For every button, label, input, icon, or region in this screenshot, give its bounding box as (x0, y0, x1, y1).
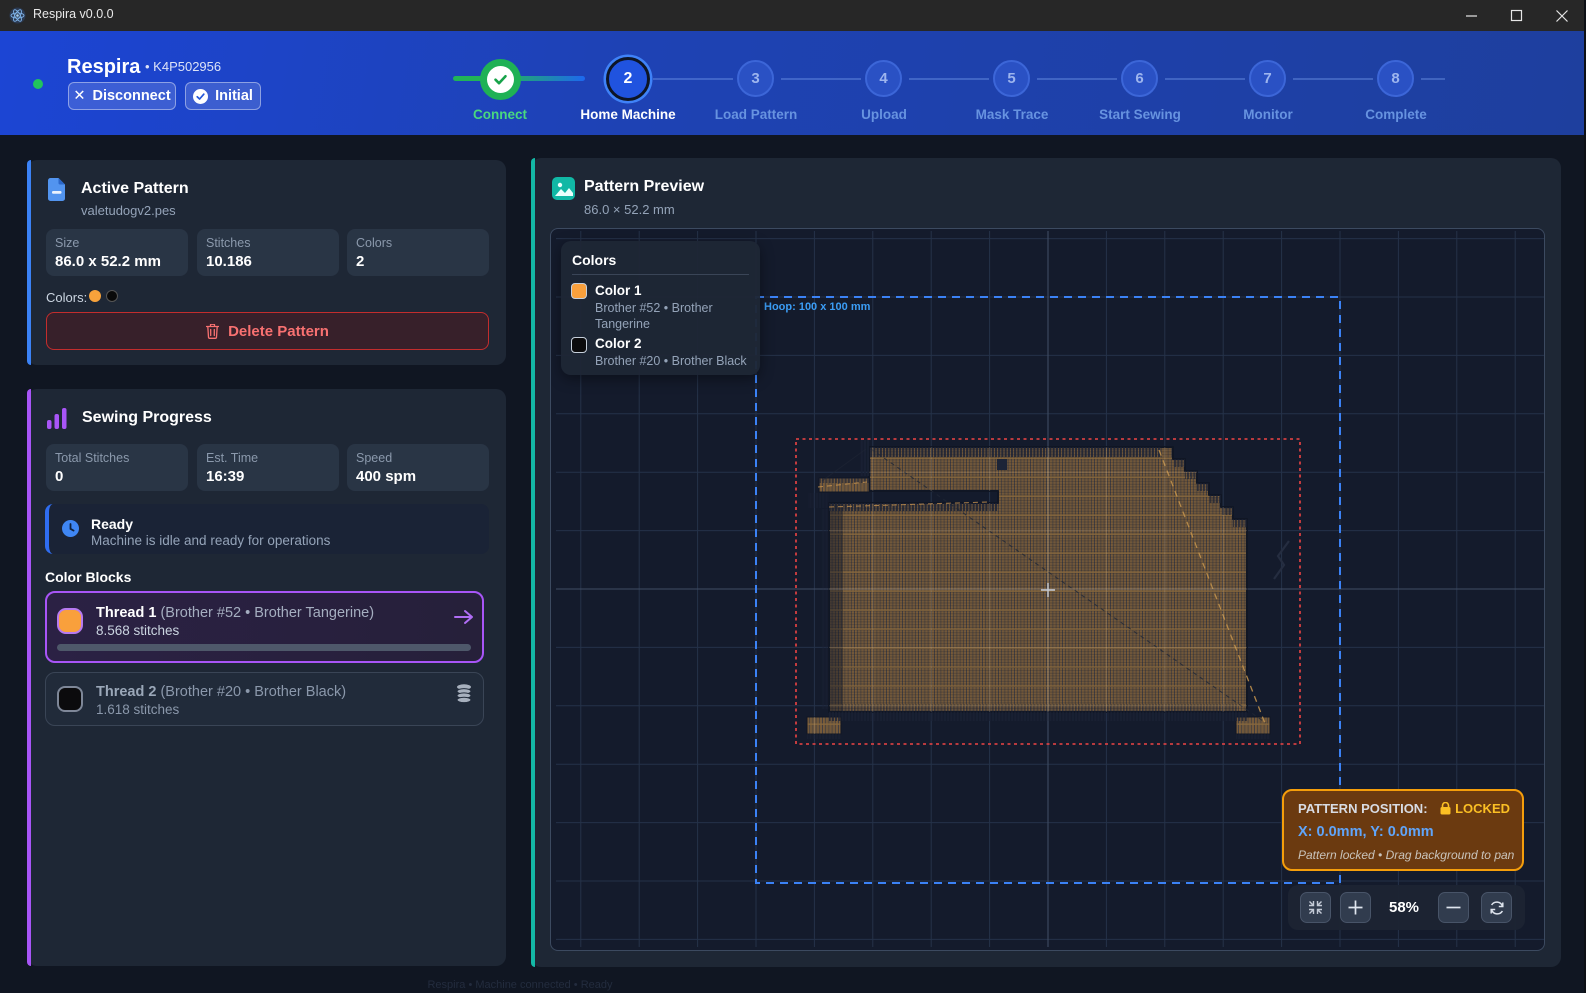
svg-text:Hoop: 100 x 100 mm: Hoop: 100 x 100 mm (764, 301, 871, 313)
